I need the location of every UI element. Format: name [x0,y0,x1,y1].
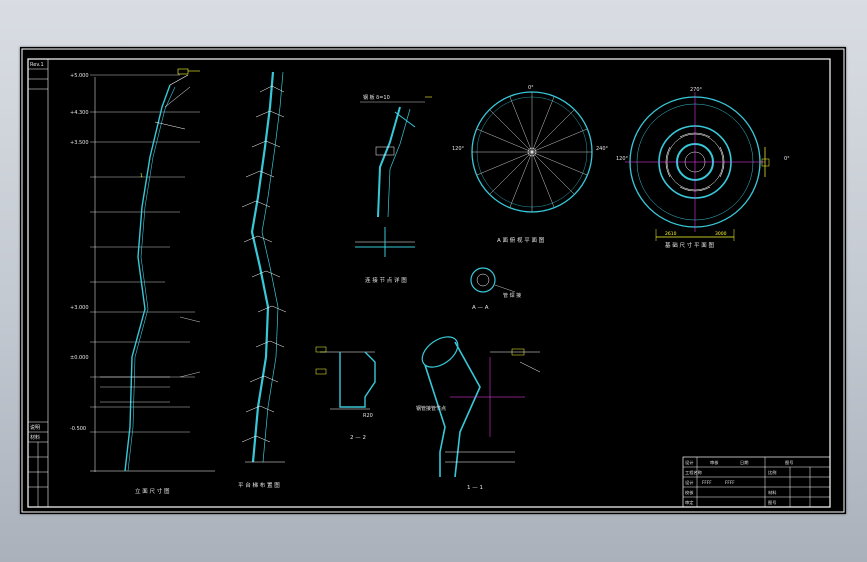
detail-note: 钢 板 δ=10 [363,94,390,101]
caption-elevation-view: 立 面 尺 寸 图 [135,487,170,495]
tb-row2-value1: FFFF [702,480,712,485]
top-plan-angle-left: 120° [452,146,465,152]
caption-base-plan: 基 础 尺 寸 平 面 图 [665,241,714,249]
base-plan-angle-left: 120° [616,156,629,162]
ladder-platform-view: 平 台 梯 布 置 图 [238,71,287,489]
strip-label-material: 材料 [30,434,40,441]
corner-tag: Rev.1 [30,62,44,68]
top-plan-view: 0° 120° 240° A 面 俯 视 平 面 图 [452,85,609,244]
outer-frame [21,48,845,513]
base-plan-angle-top: 270° [690,87,703,93]
tb-header-4: 图号 [785,460,793,466]
tb-row4-label: 审定 [685,499,693,506]
section22-dim: R20 [363,413,373,419]
caption-section-22: 2 — 2 [350,435,366,441]
elevation-view: +5.000 +4.300 +3.500 +3.000 ±0.000 -0.50… [70,68,215,495]
strip-label-note: 说明 [30,424,40,431]
section-aa: 管 焊 接 A — A [470,267,521,311]
section-22: R20 2 — 2 [315,346,376,441]
caption-connection-detail: 连 接 节 点 详 图 [365,276,407,284]
tb-row1-label: 工程名称 [685,469,702,476]
left-strip: Rev.1 说明 材料 [27,58,49,508]
aa-note: 管 焊 接 [503,292,521,299]
title-block: 设计 审核 日期 图号 工程名称 比例 设计 FFFF FFFF 校核 材料 审… [682,456,831,508]
tb-header-2: 审核 [710,459,719,466]
level-label-1: ±0.000 [70,355,89,361]
top-plan-angle-right: 240° [596,146,609,152]
caption-section-11: 1 — 1 [467,485,483,491]
elevation-label-4: +3.000 [70,305,89,311]
tb-row3-material: 材料 [768,489,777,496]
section11-note: 钢管接管节点 [416,405,446,412]
section-11: 钢管接管节点 1 — 1 [416,336,541,491]
tb-row4-drawing-no: 图号 [768,500,776,506]
tb-row3-label: 校核 [685,489,694,496]
base-dim-2: 3000 [715,231,727,237]
elevation-label-2: +4.300 [70,110,89,116]
cad-drawing-viewport[interactable]: Rev.1 说明 材料 +5.000 +4.300 +3.500 +3.000 … [20,47,846,514]
caption-section-aa: A — A [472,305,489,311]
drawing-canvas: Rev.1 说明 材料 +5.000 +4.300 +3.500 +3.000 … [21,48,845,513]
connection-detail: 钢 板 δ=10 连 接 节 点 详 图 [355,94,432,284]
tb-header-3: 日期 [740,460,748,466]
base-plan-angle-right: 0° [784,156,790,162]
elevation-label-3: +3.500 [70,140,89,146]
drawing-border [27,58,831,508]
level-label-2: -0.500 [70,426,86,432]
top-plan-angle-top: 0° [528,85,534,91]
tb-header-1: 设计 [685,459,693,466]
tb-row1-scale: 比例 [768,469,776,476]
svg-text:1: 1 [140,173,143,179]
tb-row2-label: 设计 [685,479,693,486]
base-dim-1: 2610 [665,231,677,237]
caption-top-plan: A 面 俯 视 平 面 图 [497,236,545,244]
caption-ladder-view: 平 台 梯 布 置 图 [238,481,280,489]
base-plan-view: 270° 120° 0° 2610 3000 基 础 尺 寸 平 面 图 [616,87,790,249]
elevation-label-1: +5.000 [70,73,89,79]
tb-row2-value2: FFFF [725,480,735,485]
